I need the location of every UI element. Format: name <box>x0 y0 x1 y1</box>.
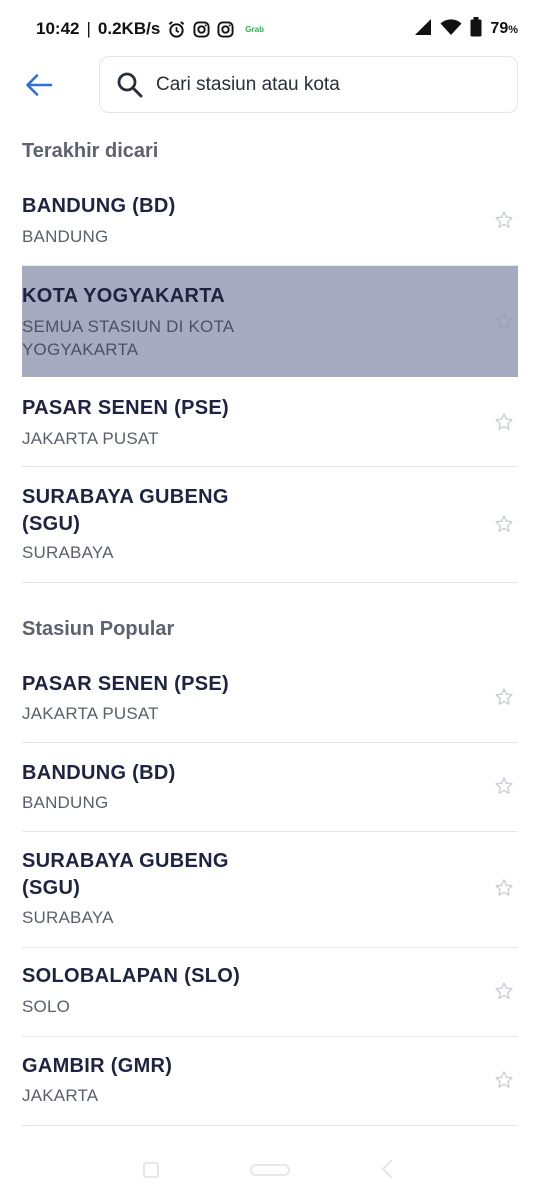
station-name: BANDUNG (BD) <box>22 762 176 784</box>
popular-station-surabaya-gubeng[interactable]: SURABAYA GUBENG (SGU) SURABAYA <box>22 832 518 948</box>
station-name: PASAR SENEN (PSE) <box>22 673 229 695</box>
station-name: SURABAYA GUBENG (SGU) <box>22 486 229 535</box>
cell-signal-icon <box>414 18 432 41</box>
popular-section-title: Stasiun Popular <box>22 618 175 640</box>
nav-back-button[interactable] <box>380 1158 394 1185</box>
status-separator: | <box>86 19 91 38</box>
recent-station-surabaya-gubeng[interactable]: SURABAYA GUBENG (SGU) SURABAYA <box>22 467 518 583</box>
star-outline-icon[interactable] <box>492 979 516 1003</box>
home-button[interactable] <box>250 1164 290 1176</box>
star-outline-icon[interactable] <box>492 1068 516 1092</box>
battery-value: 79 <box>490 20 509 37</box>
arrow-left-icon <box>26 74 53 96</box>
recents-button[interactable] <box>143 1162 159 1178</box>
station-city: JAKARTA PUSAT <box>22 429 159 448</box>
station-city: BANDUNG <box>22 793 109 812</box>
status-right: 79% <box>414 16 518 42</box>
search-icon <box>116 71 144 99</box>
station-search-screen: 10:42 | 0.2KB/s Grab 79% Cari stasiun at… <box>0 0 540 1200</box>
station-city: BANDUNG <box>22 227 109 246</box>
wifi-icon <box>440 18 462 41</box>
battery-unit: % <box>508 24 518 36</box>
recent-section-title: Terakhir dicari <box>22 140 159 162</box>
star-outline-icon[interactable] <box>492 410 516 434</box>
star-outline-icon[interactable] <box>492 208 516 232</box>
back-button[interactable] <box>22 68 56 102</box>
recent-station-pasar-senen[interactable]: PASAR SENEN (PSE) JAKARTA PUSAT <box>22 377 518 467</box>
station-name: KOTA YOGYAKARTA <box>22 285 226 307</box>
recent-station-kota-yogyakarta[interactable]: KOTA YOGYAKARTA SEMUA STASIUN DI KOTA YO… <box>22 266 518 377</box>
search-input[interactable] <box>156 73 486 96</box>
star-outline-icon[interactable] <box>492 309 516 333</box>
star-outline-icon[interactable] <box>492 512 516 536</box>
search-box[interactable] <box>99 56 518 113</box>
alarm-icon <box>167 20 186 39</box>
station-city: JAKARTA <box>22 1086 99 1105</box>
battery-percentage: 79% <box>490 20 518 38</box>
popular-station-pasar-senen[interactable]: PASAR SENEN (PSE) JAKARTA PUSAT <box>22 653 518 743</box>
grab-notification-icon: Grab <box>245 24 264 34</box>
chevron-left-icon <box>381 1159 393 1179</box>
recent-station-bandung[interactable]: BANDUNG (BD) BANDUNG <box>22 176 518 266</box>
station-name: SOLOBALAPAN (SLO) <box>22 965 241 987</box>
instagram-icon <box>217 20 234 38</box>
star-outline-icon[interactable] <box>492 876 516 900</box>
popular-station-solobalapan[interactable]: SOLOBALAPAN (SLO) SOLO <box>22 948 518 1037</box>
station-city: SEMUA STASIUN DI KOTA YOGYAKARTA <box>22 317 234 359</box>
station-city: JAKARTA PUSAT <box>22 704 159 723</box>
popular-station-bandung[interactable]: BANDUNG (BD) BANDUNG <box>22 743 518 832</box>
system-nav-bar <box>0 1150 540 1200</box>
star-outline-icon[interactable] <box>492 774 516 798</box>
status-time: 10:42 <box>36 19 80 38</box>
popular-station-gambir[interactable]: GAMBIR (GMR) JAKARTA <box>22 1037 518 1126</box>
battery-icon <box>470 16 482 42</box>
status-net-speed: 0.2KB/s <box>97 19 161 38</box>
status-bar: 10:42 | 0.2KB/s Grab 79% <box>0 0 540 58</box>
station-city: SURABAYA <box>22 543 114 562</box>
star-outline-icon[interactable] <box>492 685 516 709</box>
station-city: SOLO <box>22 997 71 1016</box>
station-name: GAMBIR (GMR) <box>22 1055 173 1077</box>
station-name: SURABAYA GUBENG (SGU) <box>22 850 229 899</box>
station-name: PASAR SENEN (PSE) <box>22 397 229 419</box>
station-name: BANDUNG (BD) <box>22 195 176 217</box>
station-city: SURABAYA <box>22 908 114 927</box>
instagram-icon <box>193 20 210 38</box>
search-header <box>0 56 540 114</box>
status-left: 10:42 | 0.2KB/s Grab <box>36 19 264 39</box>
